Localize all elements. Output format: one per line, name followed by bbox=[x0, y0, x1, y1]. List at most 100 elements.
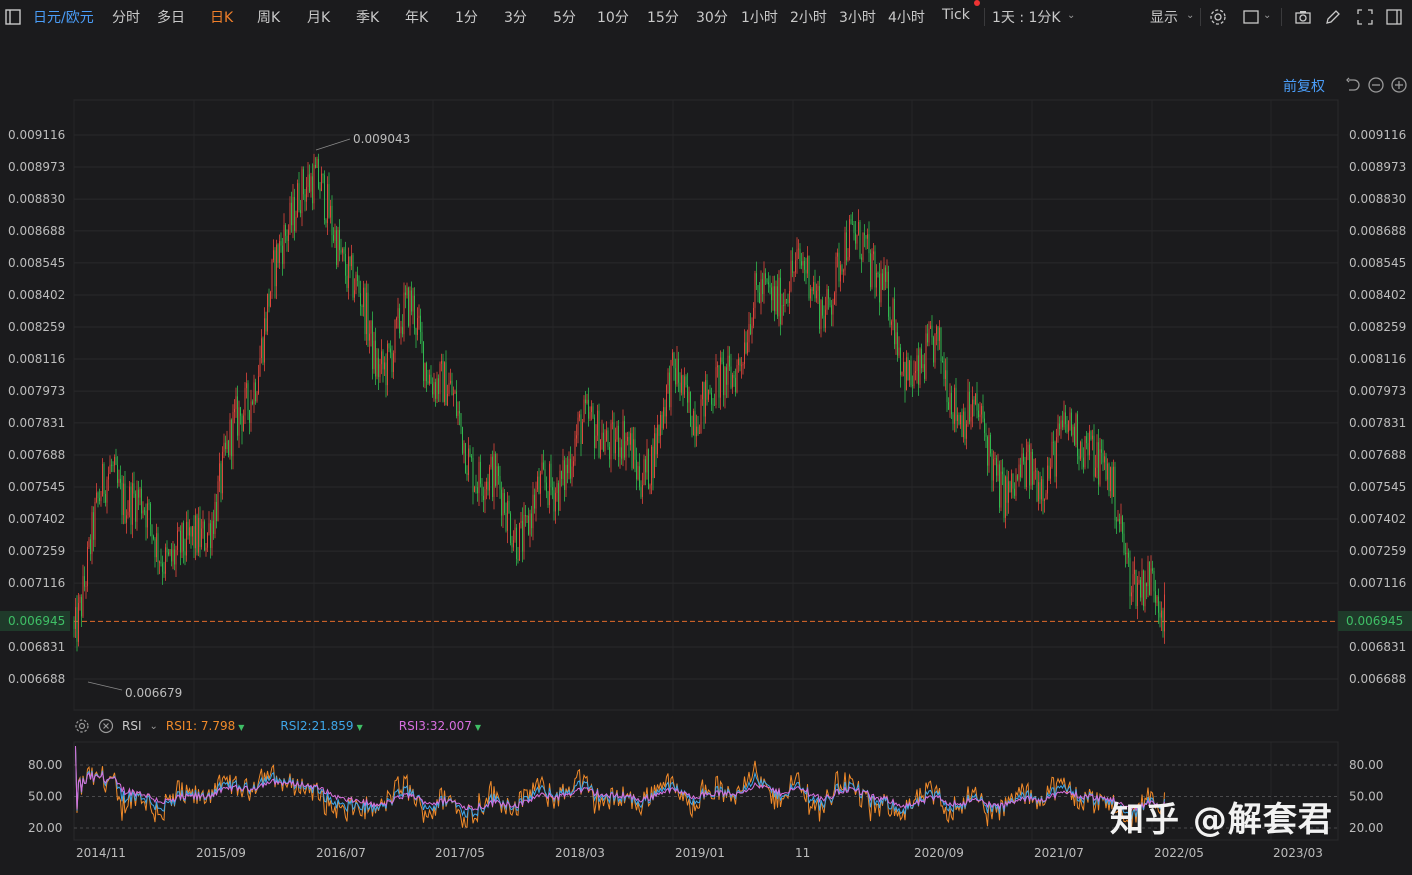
candle-body bbox=[106, 479, 108, 503]
candle-body bbox=[750, 323, 751, 335]
candle-body bbox=[946, 370, 948, 403]
candle-body bbox=[1099, 449, 1101, 485]
candle-body bbox=[1078, 456, 1080, 460]
candle-body bbox=[1056, 437, 1057, 477]
candle-body bbox=[1032, 451, 1033, 485]
candle-body bbox=[564, 460, 565, 491]
candle-body bbox=[507, 500, 508, 531]
candle-body bbox=[324, 175, 325, 221]
candle-body bbox=[417, 317, 418, 335]
price-tick-left: 0.008259 bbox=[8, 320, 65, 334]
rsi3-value[interactable]: RSI3:32.007 ▼ bbox=[399, 719, 481, 733]
candle-body bbox=[721, 357, 723, 362]
candle-body bbox=[1110, 467, 1111, 492]
candle-body bbox=[867, 234, 868, 239]
candle-body bbox=[205, 547, 207, 551]
candle-body bbox=[1149, 561, 1150, 595]
candle-body bbox=[292, 196, 294, 226]
candle-body bbox=[1111, 467, 1113, 497]
candle-body bbox=[259, 358, 261, 377]
candle-body bbox=[723, 361, 724, 396]
candle-body bbox=[121, 482, 123, 515]
candle-body bbox=[900, 347, 901, 375]
zoom-in-icon[interactable] bbox=[1390, 76, 1408, 94]
candle-body bbox=[1122, 516, 1123, 534]
candle-body bbox=[925, 333, 927, 379]
indicator-name[interactable]: RSI bbox=[122, 719, 142, 733]
candle-body bbox=[820, 300, 822, 329]
settings-icon[interactable] bbox=[74, 718, 90, 734]
candle-body bbox=[747, 342, 748, 354]
candle-body bbox=[402, 326, 403, 335]
candle-body bbox=[1125, 553, 1126, 555]
candle-body bbox=[306, 186, 307, 202]
candle-body bbox=[906, 357, 907, 391]
candle-body bbox=[277, 244, 279, 263]
candle-body bbox=[799, 248, 801, 262]
candle-body bbox=[154, 538, 156, 558]
price-tick-right: 0.006831 bbox=[1349, 640, 1406, 654]
close-icon[interactable] bbox=[98, 718, 114, 734]
candle-body bbox=[1132, 574, 1134, 593]
candle-body bbox=[702, 382, 703, 400]
candle-body bbox=[238, 407, 240, 436]
candle-body bbox=[879, 274, 880, 303]
candle-body bbox=[516, 527, 517, 559]
candle-body bbox=[441, 360, 442, 364]
chevron-down-icon[interactable]: ⌄ bbox=[150, 721, 158, 732]
candle-body bbox=[1044, 499, 1045, 502]
candle-body bbox=[513, 540, 514, 548]
candle-body bbox=[88, 539, 90, 547]
candle-body bbox=[172, 549, 174, 562]
chart-canvas[interactable]: 0.009116 0.009116 0.008973 0.008973 0.008830… bbox=[0, 0, 1412, 875]
candle-body bbox=[568, 458, 570, 474]
candle-body bbox=[388, 343, 390, 349]
candle-body bbox=[969, 391, 970, 422]
candle-body bbox=[312, 176, 313, 204]
candle-body bbox=[802, 260, 804, 266]
rsi-tick-right: 50.00 bbox=[1349, 790, 1383, 804]
candle-body bbox=[931, 325, 933, 338]
price-tick-right: 0.007116 bbox=[1349, 576, 1406, 590]
rsi2-value[interactable]: RSI2:21.859 ▼ bbox=[280, 719, 362, 733]
candle-body bbox=[904, 361, 906, 391]
candle-body bbox=[798, 248, 799, 250]
rsi1-value[interactable]: RSI1: 7.798 ▼ bbox=[166, 719, 245, 733]
candle-body bbox=[760, 279, 762, 303]
candle-body bbox=[408, 287, 409, 326]
candle-body bbox=[337, 229, 339, 265]
zoom-out-icon[interactable] bbox=[1367, 76, 1385, 94]
candle-body bbox=[915, 371, 916, 373]
candle-body bbox=[418, 315, 420, 318]
candle-body bbox=[918, 355, 919, 385]
candle-body bbox=[993, 459, 994, 481]
candle-body bbox=[795, 260, 796, 273]
candle-body bbox=[1101, 449, 1102, 453]
candle-body bbox=[399, 308, 400, 334]
candle-body bbox=[675, 368, 676, 385]
candle-body bbox=[850, 219, 852, 225]
candle-body bbox=[351, 255, 352, 267]
candle-body bbox=[1035, 470, 1036, 472]
candle-body bbox=[294, 196, 295, 231]
candle-body bbox=[621, 447, 622, 459]
date-tick: 2017/05 bbox=[435, 846, 485, 860]
candle-body bbox=[297, 183, 298, 217]
candle-body bbox=[462, 426, 463, 454]
candle-body bbox=[523, 514, 525, 552]
candle-body bbox=[928, 328, 930, 343]
candle-body bbox=[550, 463, 552, 487]
candle-body bbox=[112, 465, 114, 467]
candle-body bbox=[793, 272, 795, 274]
candle-body bbox=[1119, 519, 1120, 524]
candle-body bbox=[178, 530, 180, 532]
candle-body bbox=[766, 278, 768, 283]
candle-body bbox=[699, 433, 700, 434]
undo-icon[interactable] bbox=[1344, 76, 1362, 94]
candle-body bbox=[198, 517, 199, 553]
candle-body bbox=[517, 558, 519, 561]
candle-body bbox=[609, 446, 610, 460]
candle-body bbox=[700, 399, 702, 434]
adjust-mode-button[interactable]: 前复权 bbox=[1283, 76, 1325, 96]
candle-body bbox=[265, 318, 267, 332]
